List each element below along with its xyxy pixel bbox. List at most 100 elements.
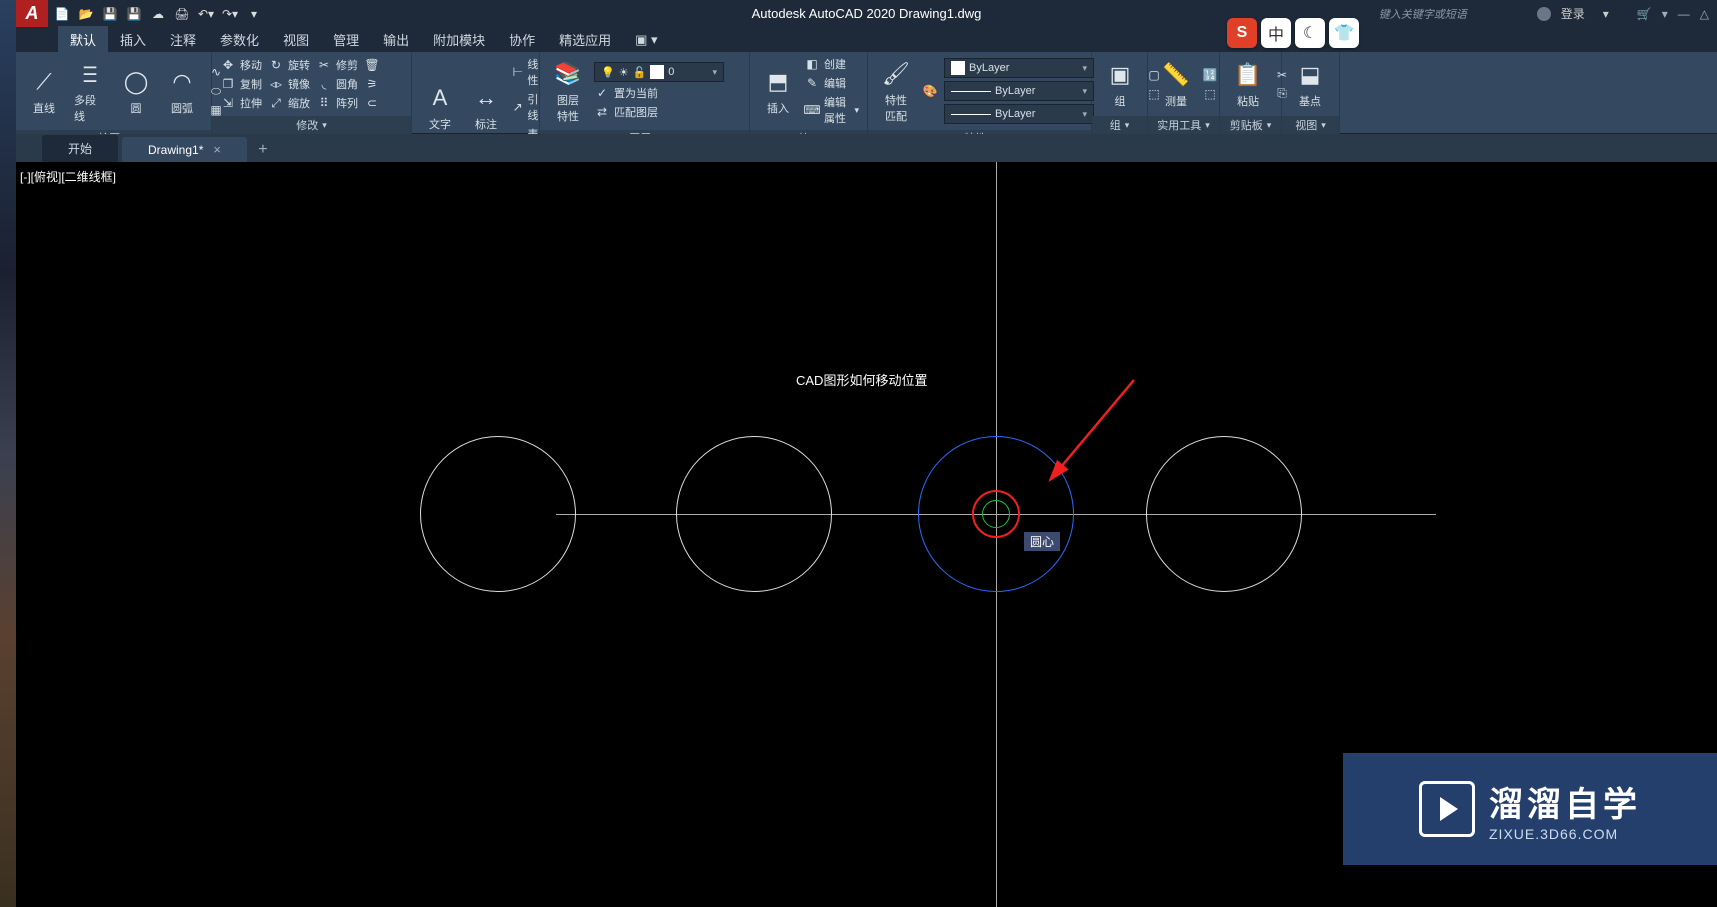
current-layer-combo[interactable]: 💡☀🔓0▾ [594, 62, 724, 82]
layer-properties-button[interactable]: 📚图层 特性 [548, 56, 588, 126]
ribbon-tab-collab[interactable]: 协作 [497, 26, 547, 53]
left-photo-stripe [0, 0, 16, 907]
circle-button[interactable]: ◯圆 [116, 64, 156, 118]
offset-icon[interactable]: ⊂ [364, 95, 380, 111]
lineweight-combo[interactable]: ByLayer▾ [944, 81, 1094, 101]
search-placeholder[interactable]: 键入关键字或短语 [1379, 6, 1467, 22]
text-button[interactable]: A文字 [420, 80, 460, 134]
text-icon: A [424, 82, 456, 114]
match-properties-button[interactable]: 🖌特性 匹配 [876, 56, 916, 126]
group-button[interactable]: ▣组 [1100, 57, 1140, 111]
cart-icon[interactable]: 🛒 [1637, 7, 1652, 21]
leader-button[interactable]: ↗引线 [512, 91, 543, 123]
circle-icon: ◯ [120, 66, 152, 98]
ribbon-tab-manage[interactable]: 管理 [321, 26, 371, 53]
save-icon[interactable]: 💾 [102, 6, 118, 22]
minimize-icon[interactable]: — [1678, 7, 1690, 21]
color-combo[interactable]: ByLayer▾ [944, 58, 1094, 78]
ribbon-tab-home[interactable]: 默认 [58, 26, 108, 53]
undo-icon[interactable]: ↶▾ [198, 6, 214, 22]
explode-icon[interactable]: ⚞ [364, 76, 380, 92]
mirror-icon: ◃▹ [268, 76, 284, 92]
scale-icon: ⤢ [268, 95, 284, 111]
panel-title: 组 [1110, 117, 1121, 133]
block-editattr-button[interactable]: ⌨编辑属性▾ [804, 94, 859, 126]
move-button[interactable]: ✥移动 [220, 57, 262, 73]
mirror-button[interactable]: ◃▹镜像 [268, 76, 310, 92]
tab-drawing1[interactable]: Drawing1*× [122, 137, 247, 162]
panel-modify: ✥移动 ❐复制 ⇲拉伸 ↻旋转 ◃▹镜像 ⤢缩放 ✂修剪 ◟圆角 ⠿阵列 🗑 ⚞… [212, 52, 412, 134]
watermark-play-icon [1419, 781, 1475, 837]
drawing-canvas[interactable]: [-][俯视][二维线框] CAD图形如何移动位置 圆心 溜溜自学 ZIXUE.… [16, 162, 1717, 907]
ribbon-tab-extra[interactable]: ▣ ▾ [623, 28, 669, 52]
ime-sogou-icon[interactable]: S [1227, 18, 1257, 48]
dimension-button[interactable]: ↔标注 [466, 80, 506, 134]
arc-icon: ◠ [166, 66, 198, 98]
ime-skin-icon[interactable]: 👕 [1329, 18, 1359, 48]
ribbon-tabs: 默认 插入 注释 参数化 视图 管理 输出 附加模块 协作 精选应用 ▣ ▾ [16, 27, 1717, 52]
fillet-button[interactable]: ◟圆角 [316, 76, 358, 92]
title-bar: A 📄 📂 💾 💾 ☁ 🖨 ↶▾ ↷▾ ▾ Autodesk AutoCAD 2… [16, 0, 1717, 27]
close-icon[interactable]: △ [1700, 7, 1709, 21]
copy-button[interactable]: ❐复制 [220, 76, 262, 92]
array-button[interactable]: ⠿阵列 [316, 95, 358, 111]
new-icon[interactable]: 📄 [54, 6, 70, 22]
layer-match-button[interactable]: ⇄匹配图层 [594, 104, 741, 120]
drawing-circle-4 [1146, 436, 1302, 592]
login-link[interactable]: 登录 [1561, 5, 1585, 22]
saveas-icon[interactable]: 💾 [126, 6, 142, 22]
help-icon[interactable]: ▾ [1662, 7, 1668, 21]
viewport-label[interactable]: [-][俯视][二维线框] [20, 168, 116, 185]
trim-button[interactable]: ✂修剪 [316, 57, 358, 73]
tab-add-button[interactable]: + [251, 138, 275, 162]
block-create-button[interactable]: ◧创建 [804, 56, 859, 72]
measure-button[interactable]: 📏测量 [1156, 57, 1196, 111]
base-button[interactable]: ⬓基点 [1290, 57, 1330, 111]
layer-setcurrent-button[interactable]: ✓置为当前 [594, 85, 741, 101]
paste-button[interactable]: 📋粘贴 [1228, 57, 1268, 111]
block-create-icon: ◧ [804, 56, 820, 72]
watermark-title: 溜溜自学 [1489, 777, 1641, 826]
panel-title: 实用工具 [1157, 117, 1201, 133]
setcurrent-icon: ✓ [594, 85, 610, 101]
ribbon-tab-annotate[interactable]: 注释 [158, 26, 208, 53]
ribbon-tab-view[interactable]: 视图 [271, 26, 321, 53]
leader-icon: ↗ [512, 99, 523, 115]
erase-icon[interactable]: 🗑 [364, 57, 380, 73]
ribbon-tab-parametric[interactable]: 参数化 [208, 26, 271, 53]
ribbon-tab-featured[interactable]: 精选应用 [547, 26, 623, 53]
ribbon-tab-addons[interactable]: 附加模块 [421, 26, 497, 53]
ime-moon-icon[interactable]: ☾ [1295, 18, 1325, 48]
dimension-icon: ↔ [470, 82, 502, 114]
user-icon[interactable] [1537, 7, 1551, 21]
stretch-icon: ⇲ [220, 95, 236, 111]
stretch-button[interactable]: ⇲拉伸 [220, 95, 262, 111]
arc-button[interactable]: ◠圆弧 [162, 64, 202, 118]
linear-button[interactable]: ⊢线性 [512, 56, 543, 88]
qat-more-icon[interactable]: ▾ [246, 6, 262, 22]
block-edit-button[interactable]: ✎编辑 [804, 75, 859, 91]
ribbon-tab-output[interactable]: 输出 [371, 26, 421, 53]
rotate-button[interactable]: ↻旋转 [268, 57, 310, 73]
linetype-combo[interactable]: ByLayer▾ [944, 104, 1094, 124]
line-button[interactable]: ⟋直线 [24, 64, 64, 118]
select-icon[interactable]: ⬚ [1202, 86, 1218, 102]
panel-draw: ⟋直线 Ⲷ多段线 ◯圆 ◠圆弧 ∿ ⬭ ▦ 绘图▾ [16, 52, 212, 134]
ribbon-tab-insert[interactable]: 插入 [108, 26, 158, 53]
open-icon[interactable]: 📂 [78, 6, 94, 22]
close-icon[interactable]: × [213, 142, 221, 157]
scale-button[interactable]: ⤢缩放 [268, 95, 310, 111]
redo-icon[interactable]: ↷▾ [222, 6, 238, 22]
copy-icon: ❐ [220, 76, 236, 92]
ime-lang-button[interactable]: 中 [1261, 18, 1291, 48]
tab-start[interactable]: 开始 [42, 135, 118, 162]
palette-icon[interactable]: 🎨 [922, 83, 938, 99]
plot-icon[interactable]: 🖨 [174, 6, 190, 22]
block-insert-icon: ⬒ [762, 66, 794, 98]
block-insert-button[interactable]: ⬒插入 [758, 64, 798, 118]
web-icon[interactable]: ☁ [150, 6, 166, 22]
snap-marker-inner [982, 500, 1010, 528]
app-logo[interactable]: A [16, 0, 48, 27]
calc-icon[interactable]: 🔢 [1202, 67, 1218, 83]
polyline-button[interactable]: Ⲷ多段线 [70, 56, 110, 126]
